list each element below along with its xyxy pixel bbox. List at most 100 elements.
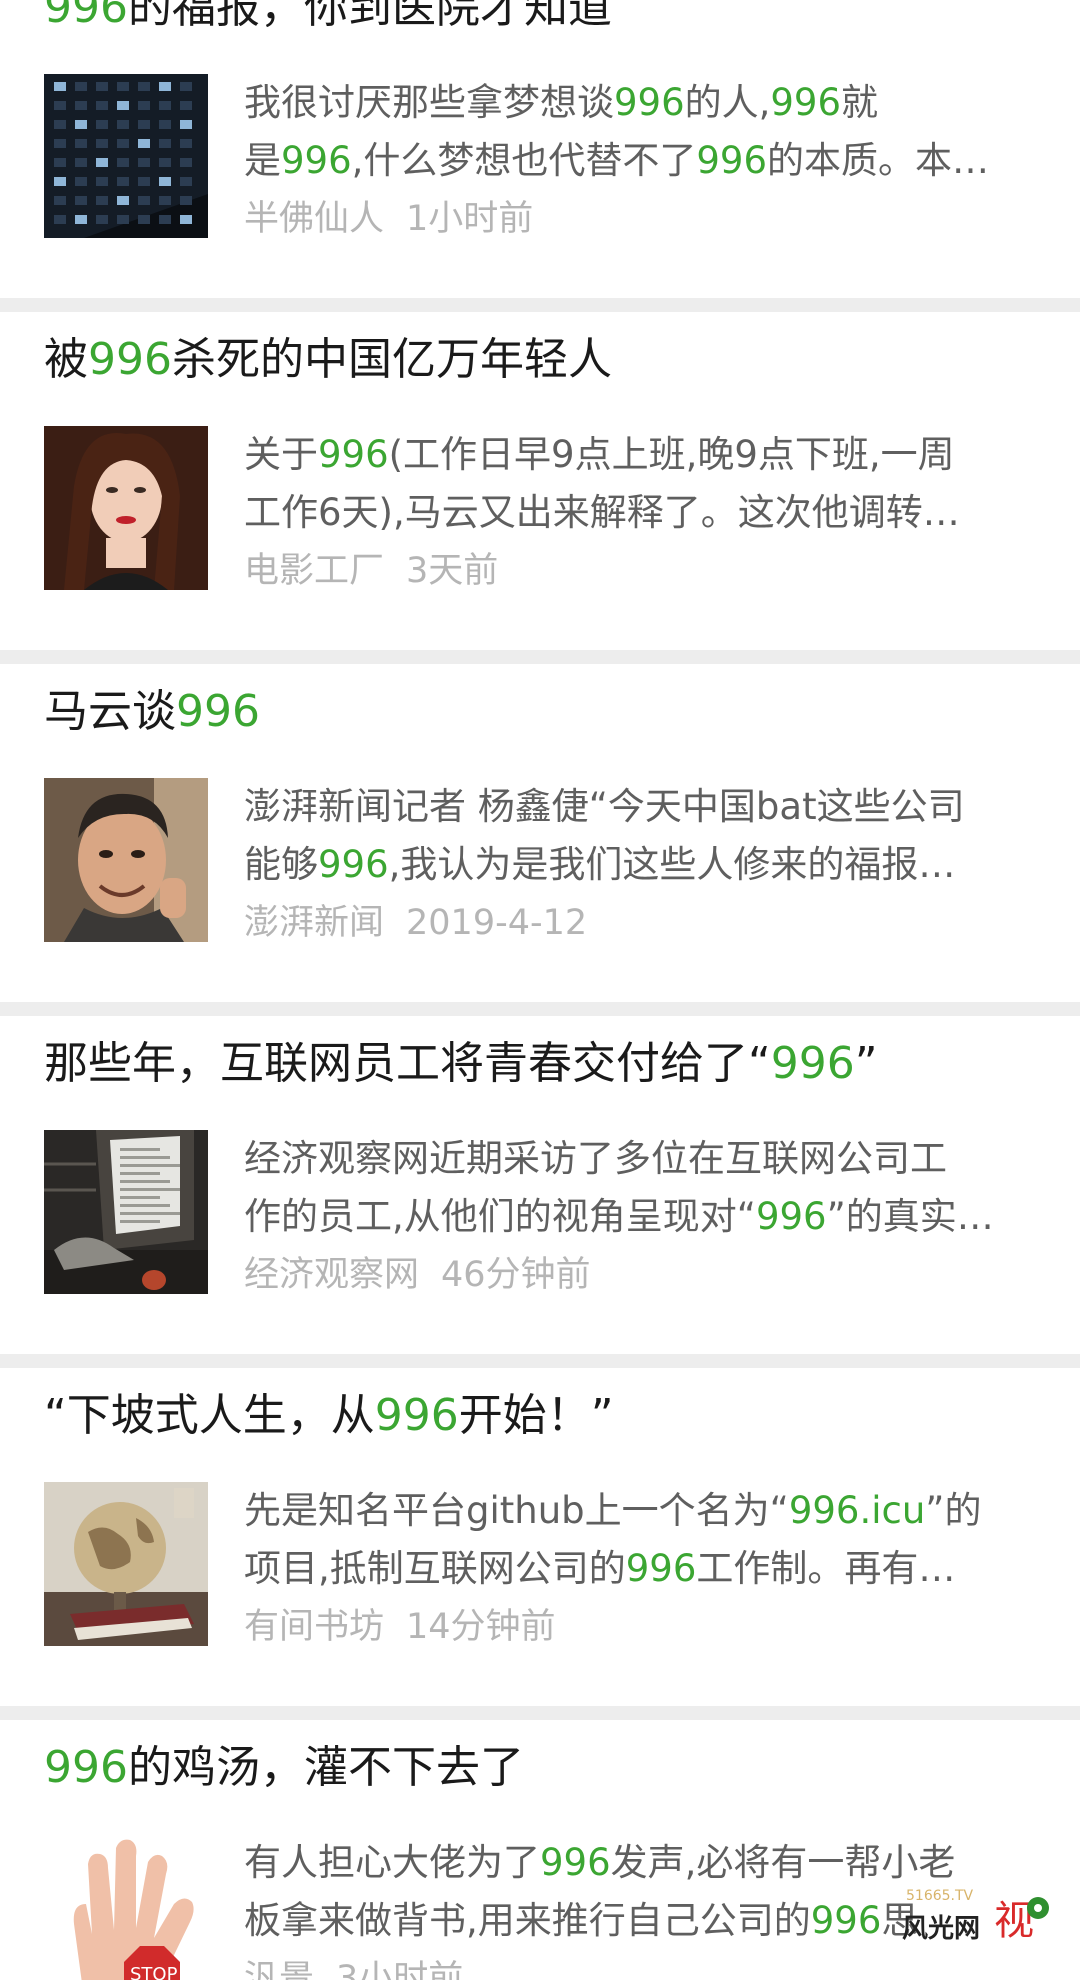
article-card[interactable]: 马云谈996 澎湃新闻记者 杨鑫倢“今天中国bat这些公司 能够996,我认为是我… bbox=[0, 664, 1080, 1002]
article-source: 电影工厂 bbox=[244, 551, 385, 591]
highlight-keyword: 996 bbox=[318, 843, 389, 886]
article-card-body: 996的福报，你到医院才知道 我很讨厌那些拿梦想谈996的人,996就 是996,… bbox=[44, 0, 1040, 248]
text-segment: 工作6天),马云又出来解释了。这次他调转… bbox=[244, 491, 960, 534]
article-summary: 经济观察网近期采访了多位在互联网公司工 作的员工,从他们的视角呈现对“996”的真… bbox=[244, 1130, 1040, 1246]
text-segment: ”的真实… bbox=[826, 1195, 994, 1238]
article-card[interactable]: 996的福报，你到医院才知道 我很讨厌那些拿梦想谈996的人,996就 是996,… bbox=[0, 0, 1080, 298]
text-segment: 马云谈 bbox=[44, 686, 176, 737]
article-summary-line-1: 有人担心大佬为了996发声,必将有一帮小老 bbox=[244, 1834, 1040, 1892]
article-thumbnail-night-office-building[interactable] bbox=[44, 74, 208, 238]
article-feed: 996的福报，你到医院才知道 我很讨厌那些拿梦想谈996的人,996就 是996,… bbox=[0, 0, 1080, 1980]
article-title[interactable]: 那些年，互联网员工将青春交付给了“996” bbox=[44, 1034, 1040, 1094]
article-summary: 我很讨厌那些拿梦想谈996的人,996就 是996,什么梦想也代替不了996的本质… bbox=[244, 74, 1040, 190]
article-time: 46分钟前 bbox=[441, 1255, 591, 1295]
article-card-body: 马云谈996 澎湃新闻记者 杨鑫倢“今天中国bat这些公司 能够996,我认为是我… bbox=[44, 682, 1040, 952]
article-meta: 澎湃新闻 2019-4-12 bbox=[244, 894, 1040, 952]
article-thumbnail-man-portrait[interactable] bbox=[44, 778, 208, 942]
text-segment: 的鸡汤，灌不下去了 bbox=[127, 1742, 524, 1793]
article-thumbnail-stop-hand[interactable]: STOP bbox=[44, 1834, 208, 1980]
article-source: 澎湃新闻 bbox=[244, 903, 385, 943]
article-source: 半佛仙人 bbox=[244, 199, 385, 239]
article-card[interactable]: 那些年，互联网员工将青春交付给了“996” 经济观察网近期采访了多位在互联网公司… bbox=[0, 1016, 1080, 1354]
article-summary: 关于996(工作日早9点上班,晚9点下班,一周 工作6天),马云又出来解释了。这次… bbox=[244, 426, 1040, 542]
article-preview-row: 关于996(工作日早9点上班,晚9点下班,一周 工作6天),马云又出来解释了。这次… bbox=[44, 426, 1040, 600]
article-time: 14分钟前 bbox=[406, 1607, 556, 1647]
text-segment: 发声,必将有一帮小老 bbox=[610, 1841, 956, 1884]
highlight-keyword: 996 bbox=[88, 334, 172, 385]
article-card-body: 996的鸡汤，灌不下去了 STOP 有人担心大佬为了996发声,必将有一帮小老板… bbox=[44, 1738, 1040, 1980]
highlight-keyword: 996.icu bbox=[788, 1489, 926, 1532]
highlight-keyword: 996 bbox=[44, 1742, 128, 1793]
article-info: 我很讨厌那些拿梦想谈996的人,996就 是996,什么梦想也代替不了996的本质… bbox=[244, 74, 1040, 248]
text-segment: 那些年，互联网员工将青春交付给了“ bbox=[44, 1038, 771, 1089]
text-segment: ” bbox=[854, 1038, 878, 1089]
text-segment: ,什么梦想也代替不了 bbox=[351, 139, 697, 182]
article-summary: 先是知名平台github上一个名为“996.icu”的 项目,抵制互联网公司的99… bbox=[244, 1482, 1040, 1598]
highlight-keyword: 996 bbox=[281, 139, 352, 182]
article-source: 汎景 bbox=[244, 1959, 315, 1980]
text-segment: 项目,抵制互联网公司的 bbox=[244, 1547, 626, 1590]
article-title[interactable]: “下坡式人生，从996开始！” bbox=[44, 1386, 1040, 1446]
article-card[interactable]: 被996杀死的中国亿万年轻人 关于996(工作日早9点上班,晚9点下班,一周 工作… bbox=[0, 312, 1080, 650]
text-segment: 先是知名平台github上一个名为“ bbox=[244, 1489, 789, 1532]
article-summary-line-1: 澎湃新闻记者 杨鑫倢“今天中国bat这些公司 bbox=[244, 778, 1040, 836]
watermark-name: 风光网 bbox=[902, 1914, 981, 1944]
text-segment: 能够 bbox=[244, 843, 318, 886]
highlight-keyword: 996 bbox=[540, 1841, 611, 1884]
text-segment: 板拿来做背书,用来推行自己公司的 bbox=[244, 1899, 811, 1942]
article-meta: 半佛仙人 1小时前 bbox=[244, 190, 1040, 248]
highlight-keyword: 996 bbox=[44, 0, 128, 33]
article-meta: 电影工厂 3天前 bbox=[244, 542, 1040, 600]
article-card[interactable]: “下坡式人生，从996开始！” 先是知名平台github上一个名为“996.ic… bbox=[0, 1368, 1080, 1706]
article-title[interactable]: 马云谈996 bbox=[44, 682, 1040, 742]
article-meta: 汎景 3小时前 bbox=[244, 1950, 1040, 1980]
article-summary-line-2: 项目,抵制互联网公司的996工作制。再有… bbox=[244, 1540, 1040, 1598]
article-summary-line-2: 是996,什么梦想也代替不了996的本质。本… bbox=[244, 132, 1040, 190]
article-preview-row: 我很讨厌那些拿梦想谈996的人,996就 是996,什么梦想也代替不了996的本质… bbox=[44, 74, 1040, 248]
article-meta: 经济观察网 46分钟前 bbox=[244, 1246, 1040, 1304]
article-preview-row: STOP 有人担心大佬为了996发声,必将有一帮小老 板拿来做背书,用来推行自己公… bbox=[44, 1834, 1040, 1980]
article-time: 3天前 bbox=[406, 551, 499, 591]
text-segment: 作的员工,从他们的视角呈现对“ bbox=[244, 1195, 756, 1238]
article-summary-line-1: 经济观察网近期采访了多位在互联网公司工 bbox=[244, 1130, 1040, 1188]
article-thumbnail-woman-portrait[interactable] bbox=[44, 426, 208, 590]
text-segment: 澎湃新闻记者 杨鑫倢“今天中国bat这些公司 bbox=[244, 785, 965, 828]
highlight-keyword: 996 bbox=[810, 1899, 882, 1942]
highlight-keyword: 996 bbox=[614, 81, 685, 124]
highlight-keyword: 996 bbox=[625, 1547, 697, 1590]
article-title[interactable]: 996的福报，你到医院才知道 bbox=[44, 0, 1040, 38]
text-segment: 经济观察网近期采访了多位在互联网公司工 bbox=[244, 1137, 947, 1180]
article-thumbnail-globe-on-books[interactable] bbox=[44, 1482, 208, 1646]
text-segment: 杀死的中国亿万年轻人 bbox=[171, 334, 612, 385]
article-thumbnail-computer-worker[interactable] bbox=[44, 1130, 208, 1294]
article-info: 关于996(工作日早9点上班,晚9点下班,一周 工作6天),马云又出来解释了。这次… bbox=[244, 426, 1040, 600]
highlight-keyword: 996 bbox=[374, 1390, 459, 1441]
article-meta: 有间书坊 14分钟前 bbox=[244, 1598, 1040, 1656]
text-segment: 的本质。本… bbox=[767, 139, 990, 182]
text-segment: 被 bbox=[44, 334, 88, 385]
article-time: 3小时前 bbox=[336, 1959, 464, 1980]
article-preview-row: 经济观察网近期采访了多位在互联网公司工 作的员工,从他们的视角呈现对“996”的真… bbox=[44, 1130, 1040, 1304]
text-segment: 我很讨厌那些拿梦想谈 bbox=[244, 81, 614, 124]
article-time: 1小时前 bbox=[406, 199, 534, 239]
article-card-body: “下坡式人生，从996开始！” 先是知名平台github上一个名为“996.ic… bbox=[44, 1386, 1040, 1656]
text-segment: 有人担心大佬为了 bbox=[244, 1841, 540, 1884]
article-info: 先是知名平台github上一个名为“996.icu”的 项目,抵制互联网公司的99… bbox=[244, 1482, 1040, 1656]
article-title[interactable]: 被996杀死的中国亿万年轻人 bbox=[44, 330, 1040, 390]
watermark-url: 51665.TV bbox=[906, 1888, 974, 1904]
svg-text:STOP: STOP bbox=[130, 1964, 178, 1980]
text-segment: 的福报，你到医院才知道 bbox=[127, 0, 612, 33]
text-segment: 就 bbox=[841, 81, 879, 124]
text-segment: 开始！” bbox=[458, 1390, 614, 1441]
highlight-keyword: 996 bbox=[755, 1195, 827, 1238]
article-card-body: 被996杀死的中国亿万年轻人 关于996(工作日早9点上班,晚9点下班,一周 工作… bbox=[44, 330, 1040, 600]
article-source: 经济观察网 bbox=[244, 1255, 420, 1295]
text-segment: “下坡式人生，从 bbox=[44, 1390, 375, 1441]
text-segment: 的人, bbox=[684, 81, 771, 124]
article-summary-line-2: 工作6天),马云又出来解释了。这次他调转… bbox=[244, 484, 1040, 542]
text-segment: ,我认为是我们这些人修来的福报… bbox=[388, 843, 956, 886]
article-preview-row: 先是知名平台github上一个名为“996.icu”的 项目,抵制互联网公司的99… bbox=[44, 1482, 1040, 1656]
highlight-keyword: 996 bbox=[770, 1038, 855, 1089]
article-title[interactable]: 996的鸡汤，灌不下去了 bbox=[44, 1738, 1040, 1798]
article-info: 澎湃新闻记者 杨鑫倢“今天中国bat这些公司 能够996,我认为是我们这些人修来的… bbox=[244, 778, 1040, 952]
